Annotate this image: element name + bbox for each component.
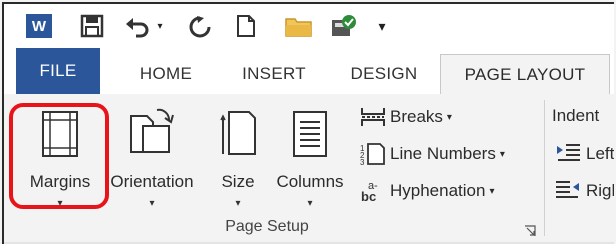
breaks-dropdown-icon: ▾ [446, 111, 452, 123]
undo-icon[interactable] [122, 12, 152, 40]
size-button[interactable]: Size ▾ [210, 100, 266, 209]
quick-access-toolbar: W ▾ ▾ [4, 4, 614, 48]
undo-dropdown-icon[interactable]: ▾ [154, 12, 166, 40]
tab-design[interactable]: DESIGN [334, 54, 434, 94]
indent-left-control[interactable]: Left [556, 140, 614, 168]
breaks-label: Breaks [390, 107, 443, 126]
line-numbers-label: Line Numbers [390, 144, 496, 163]
tab-page-layout[interactable]: PAGE LAYOUT [440, 54, 610, 95]
line-numbers-dropdown-icon: ▾ [499, 148, 505, 160]
margins-highlight-box [9, 103, 109, 209]
dialog-launcher-icon[interactable] [524, 224, 536, 236]
breaks-icon [360, 106, 390, 128]
word-window: W ▾ ▾ FILE HOME INSERT DESIGN PAGE LAYOU… [2, 2, 614, 244]
open-folder-icon[interactable] [284, 12, 314, 40]
columns-dropdown-icon: ▾ [307, 198, 313, 209]
tab-insert[interactable]: INSERT [220, 54, 328, 94]
line-numbers-icon: 123 [360, 142, 390, 166]
customize-toolbar-icon[interactable]: ▾ [374, 12, 390, 40]
svg-text:3: 3 [360, 158, 365, 166]
hyphenation-button[interactable]: a - bc Hyphenation ▾ [360, 176, 495, 206]
word-app-icon[interactable]: W [24, 12, 54, 40]
columns-button[interactable]: Columns ▾ [270, 100, 350, 209]
indent-left-icon [556, 143, 586, 166]
new-document-icon[interactable] [234, 12, 258, 40]
size-label: Size [221, 172, 255, 191]
ribbon-page-layout: Margins ▾ Orientation ▾ Size ▾ Columns ▾ [4, 94, 614, 244]
indent-left-label: Left [586, 144, 614, 163]
word-logo: W [26, 14, 52, 38]
orientation-icon [127, 100, 177, 158]
group-separator [544, 100, 545, 236]
orientation-dropdown-icon: ▾ [149, 198, 155, 209]
page-setup-group-label: Page Setup [225, 218, 309, 235]
hyphenation-label: Hyphenation [390, 181, 486, 200]
orientation-label: Orientation [110, 172, 194, 191]
indent-heading: Indent [552, 106, 600, 125]
orientation-button[interactable]: Orientation ▾ [102, 100, 202, 209]
hyphenation-dropdown-icon: ▾ [489, 185, 495, 197]
indent-right-label: Right [586, 181, 614, 200]
tab-home[interactable]: HOME [116, 54, 216, 94]
line-numbers-button[interactable]: 123 Line Numbers ▾ [360, 139, 505, 169]
columns-icon [292, 100, 328, 158]
svg-text:bc: bc [361, 189, 376, 203]
size-dropdown-icon: ▾ [235, 198, 241, 209]
columns-label: Columns [276, 172, 344, 191]
ribbon-tabs: FILE HOME INSERT DESIGN PAGE LAYOUT [4, 48, 614, 95]
hyphenation-icon: a - bc [360, 179, 390, 203]
size-icon [219, 100, 257, 158]
save-icon[interactable] [78, 12, 106, 40]
indent-right-icon [556, 180, 586, 203]
breaks-button[interactable]: Breaks ▾ [360, 102, 452, 132]
spelling-check-icon[interactable] [328, 12, 358, 40]
repeat-icon[interactable] [186, 12, 214, 40]
tab-file[interactable]: FILE [16, 48, 100, 94]
indent-right-control[interactable]: Right [556, 177, 614, 205]
